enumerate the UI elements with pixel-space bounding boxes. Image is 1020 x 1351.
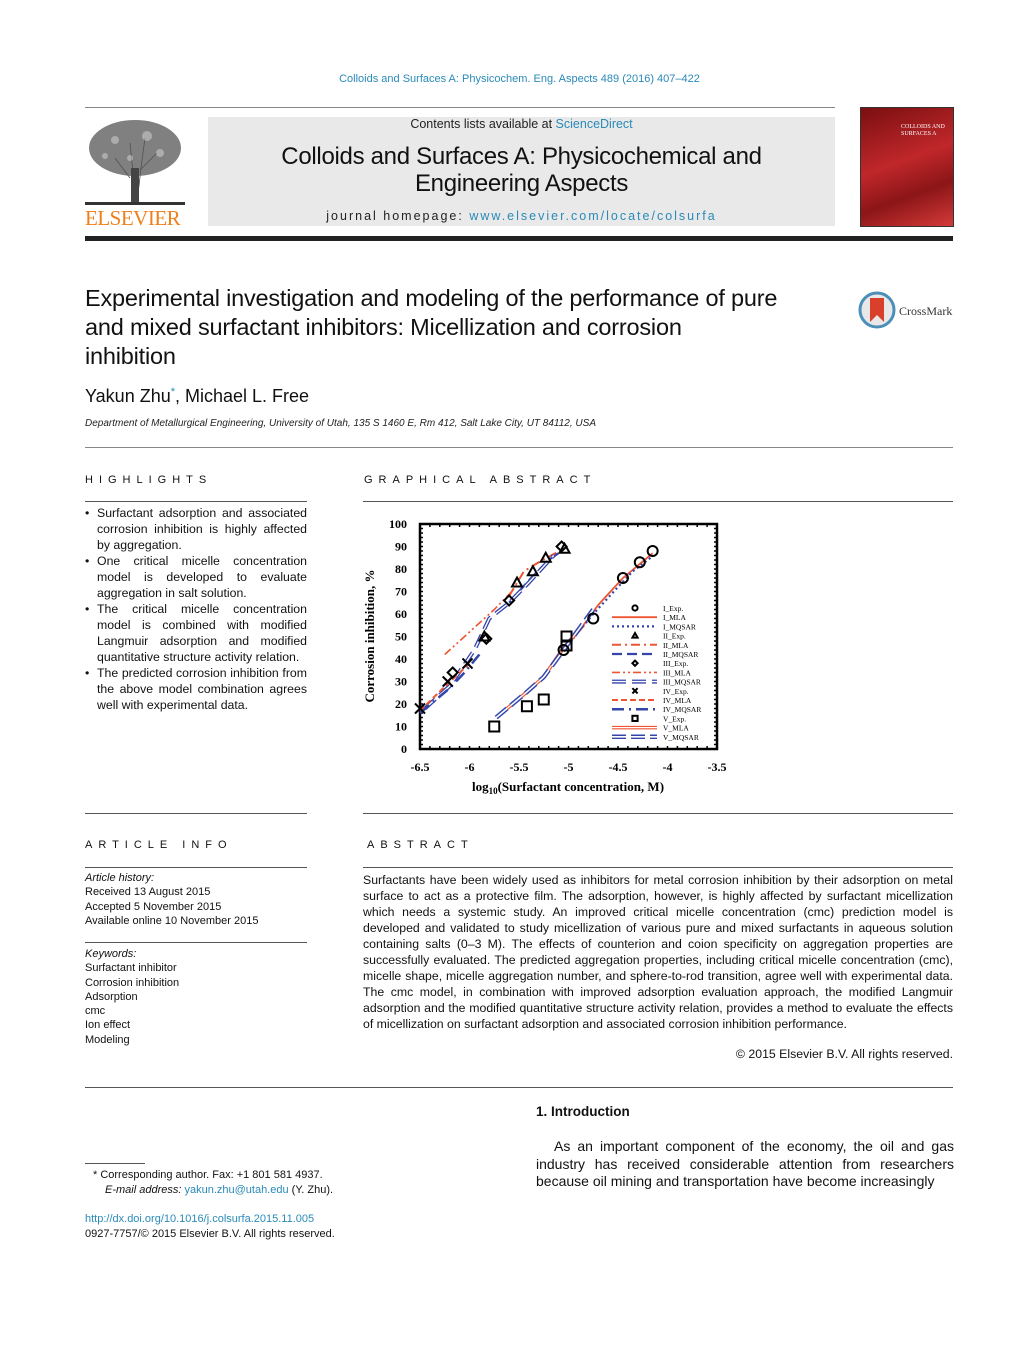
y-axis-label: Corrosion inhibition, % <box>362 569 377 702</box>
elsevier-wordmark: ELSEVIER <box>85 206 181 230</box>
legend-label: V_Exp. <box>663 714 686 723</box>
y-tick-label: 10 <box>395 720 407 734</box>
issn: 0927-7757/© 2015 Elsevier B.V. All right… <box>85 1227 335 1240</box>
keyword: Modeling <box>85 1033 130 1046</box>
abstract-text: Surfactants have been widely used as inh… <box>363 873 953 1031</box>
corrosion-inhibition-chart: 0 10 20 30 40 50 60 70 80 90 100 -6.5 -6 -5.5 -5 -4.5 -… <box>362 517 727 796</box>
highlight-item: Surfactant adsorption and associated cor… <box>85 505 307 553</box>
x-tick-label: -4 <box>663 760 673 774</box>
sciencedirect-link[interactable]: ScienceDirect <box>556 117 633 131</box>
keyword: Surfactant inhibitor <box>85 962 177 975</box>
y-tick-label: 30 <box>395 675 407 689</box>
divider <box>363 501 953 502</box>
legend-label: II_MLA <box>663 641 689 650</box>
x-axis-label: log10(Surfactant concentration, M) <box>472 779 664 796</box>
graphical-abstract-heading: GRAPHICAL ABSTRACT <box>364 474 597 486</box>
contents-line: Contents lists available at ScienceDirec… <box>410 117 633 131</box>
history-item: Accepted 5 November 2015 <box>85 900 222 913</box>
keywords: Keywords: Surfactant inhibitor Corrosion… <box>85 948 180 1046</box>
divider <box>85 1087 953 1088</box>
elsevier-tree-logo <box>85 120 185 205</box>
x-tick-label: -3.5 <box>708 760 727 774</box>
header-thick-rule <box>85 236 953 241</box>
x-tick-label: -5 <box>564 760 574 774</box>
legend-label: II_MQSAR <box>663 650 698 659</box>
highlight-item: One critical micelle concentration model… <box>85 553 307 601</box>
legend-label: I_MQSAR <box>663 622 696 631</box>
divider <box>363 867 953 868</box>
author-list: Yakun Zhu*, Michael L. Free <box>85 386 309 407</box>
y-tick-label: 60 <box>395 607 407 621</box>
legend-label: III_MQSAR <box>663 678 701 687</box>
divider <box>85 867 307 868</box>
legend-label: V_MLA <box>663 724 689 733</box>
article-title: Experimental investigation and modeling … <box>85 285 778 369</box>
divider <box>363 813 953 814</box>
legend-label: III_MLA <box>663 668 691 677</box>
legend-label: V_MQSAR <box>663 733 699 742</box>
divider <box>85 501 307 502</box>
y-tick-label: 0 <box>401 742 407 756</box>
y-tick-label: 90 <box>395 540 407 554</box>
doi-block: http://dx.doi.org/10.1016/j.colsurfa.201… <box>85 1212 335 1241</box>
article-page: Colloids and Surfaces A: Physicochem. En… <box>0 0 1020 1351</box>
legend-label: I_MLA <box>663 613 686 622</box>
author-name: Yakun Zhu <box>85 386 171 406</box>
author-name: , Michael L. Free <box>175 386 310 406</box>
journal-title: Colloids and Surfaces A: Physicochemical… <box>281 143 762 197</box>
highlight-item: The critical micelle concentration model… <box>85 601 307 665</box>
introduction-text: As an important component of the economy… <box>536 1138 954 1189</box>
email-link[interactable]: yakun.zhu@utah.edu <box>184 1184 288 1196</box>
journal-cover-image: COLLOIDS AND SURFACES A <box>860 107 954 227</box>
abstract-heading: ABSTRACT <box>367 839 474 851</box>
header-divider <box>85 107 835 108</box>
legend-label: IV_MQSAR <box>663 705 701 714</box>
y-tick-label: 80 <box>395 562 407 576</box>
y-tick-label: 40 <box>395 652 407 666</box>
journal-homepage: journal homepage: www.elsevier.com/locat… <box>326 209 717 223</box>
x-tick-label: -5.5 <box>510 760 529 774</box>
y-tick-label: 70 <box>395 585 407 599</box>
legend-label: I_Exp. <box>663 604 683 613</box>
affiliation: Department of Metallurgical Engineering,… <box>85 418 596 429</box>
legend-label: II_Exp. <box>663 632 686 641</box>
introduction-heading: 1. Introduction <box>536 1104 630 1119</box>
journal-citation[interactable]: Colloids and Surfaces A: Physicochem. En… <box>0 73 1020 85</box>
x-tick-label: -6.5 <box>411 760 430 774</box>
homepage-link[interactable]: www.elsevier.com/locate/colsurfa <box>469 209 716 223</box>
y-tick-label: 100 <box>389 517 407 531</box>
x-tick-label: -6 <box>465 760 475 774</box>
history-item: Received 13 August 2015 <box>85 886 211 899</box>
divider <box>85 447 953 448</box>
legend-label: IV_Exp. <box>663 687 689 696</box>
highlight-item: The predicted corrosion inhibition from … <box>85 665 307 713</box>
y-tick-label: 50 <box>395 630 407 644</box>
keyword: Ion effect <box>85 1019 131 1032</box>
y-tick-label: 20 <box>395 697 407 711</box>
footnote-rule <box>85 1163 145 1164</box>
abstract-copyright: © 2015 Elsevier B.V. All rights reserved… <box>735 1047 953 1061</box>
doi-link[interactable]: http://dx.doi.org/10.1016/j.colsurfa.201… <box>85 1212 335 1227</box>
keyword: Adsorption <box>85 990 138 1003</box>
legend-label: IV_MLA <box>663 696 692 705</box>
legend-label: III_Exp. <box>663 659 688 668</box>
article-history: Article history: Received 13 August 2015… <box>85 872 259 927</box>
divider <box>85 813 307 814</box>
history-item: Available online 10 November 2015 <box>85 914 259 927</box>
footnote: * Corresponding author. Fax: +1 801 581 … <box>93 1169 334 1196</box>
highlights-heading: HIGHLIGHTS <box>85 474 213 486</box>
crossmark-label[interactable]: CrossMark <box>899 304 952 319</box>
crossmark-icon[interactable] <box>858 291 896 329</box>
highlights-list: Surfactant adsorption and associated cor… <box>85 505 307 713</box>
divider <box>85 942 307 943</box>
keyword: Corrosion inhibition <box>85 976 180 989</box>
keyword: cmc <box>85 1005 106 1018</box>
x-tick-label: -4.5 <box>609 760 628 774</box>
article-info-heading: ARTICLE INFO <box>85 839 233 851</box>
